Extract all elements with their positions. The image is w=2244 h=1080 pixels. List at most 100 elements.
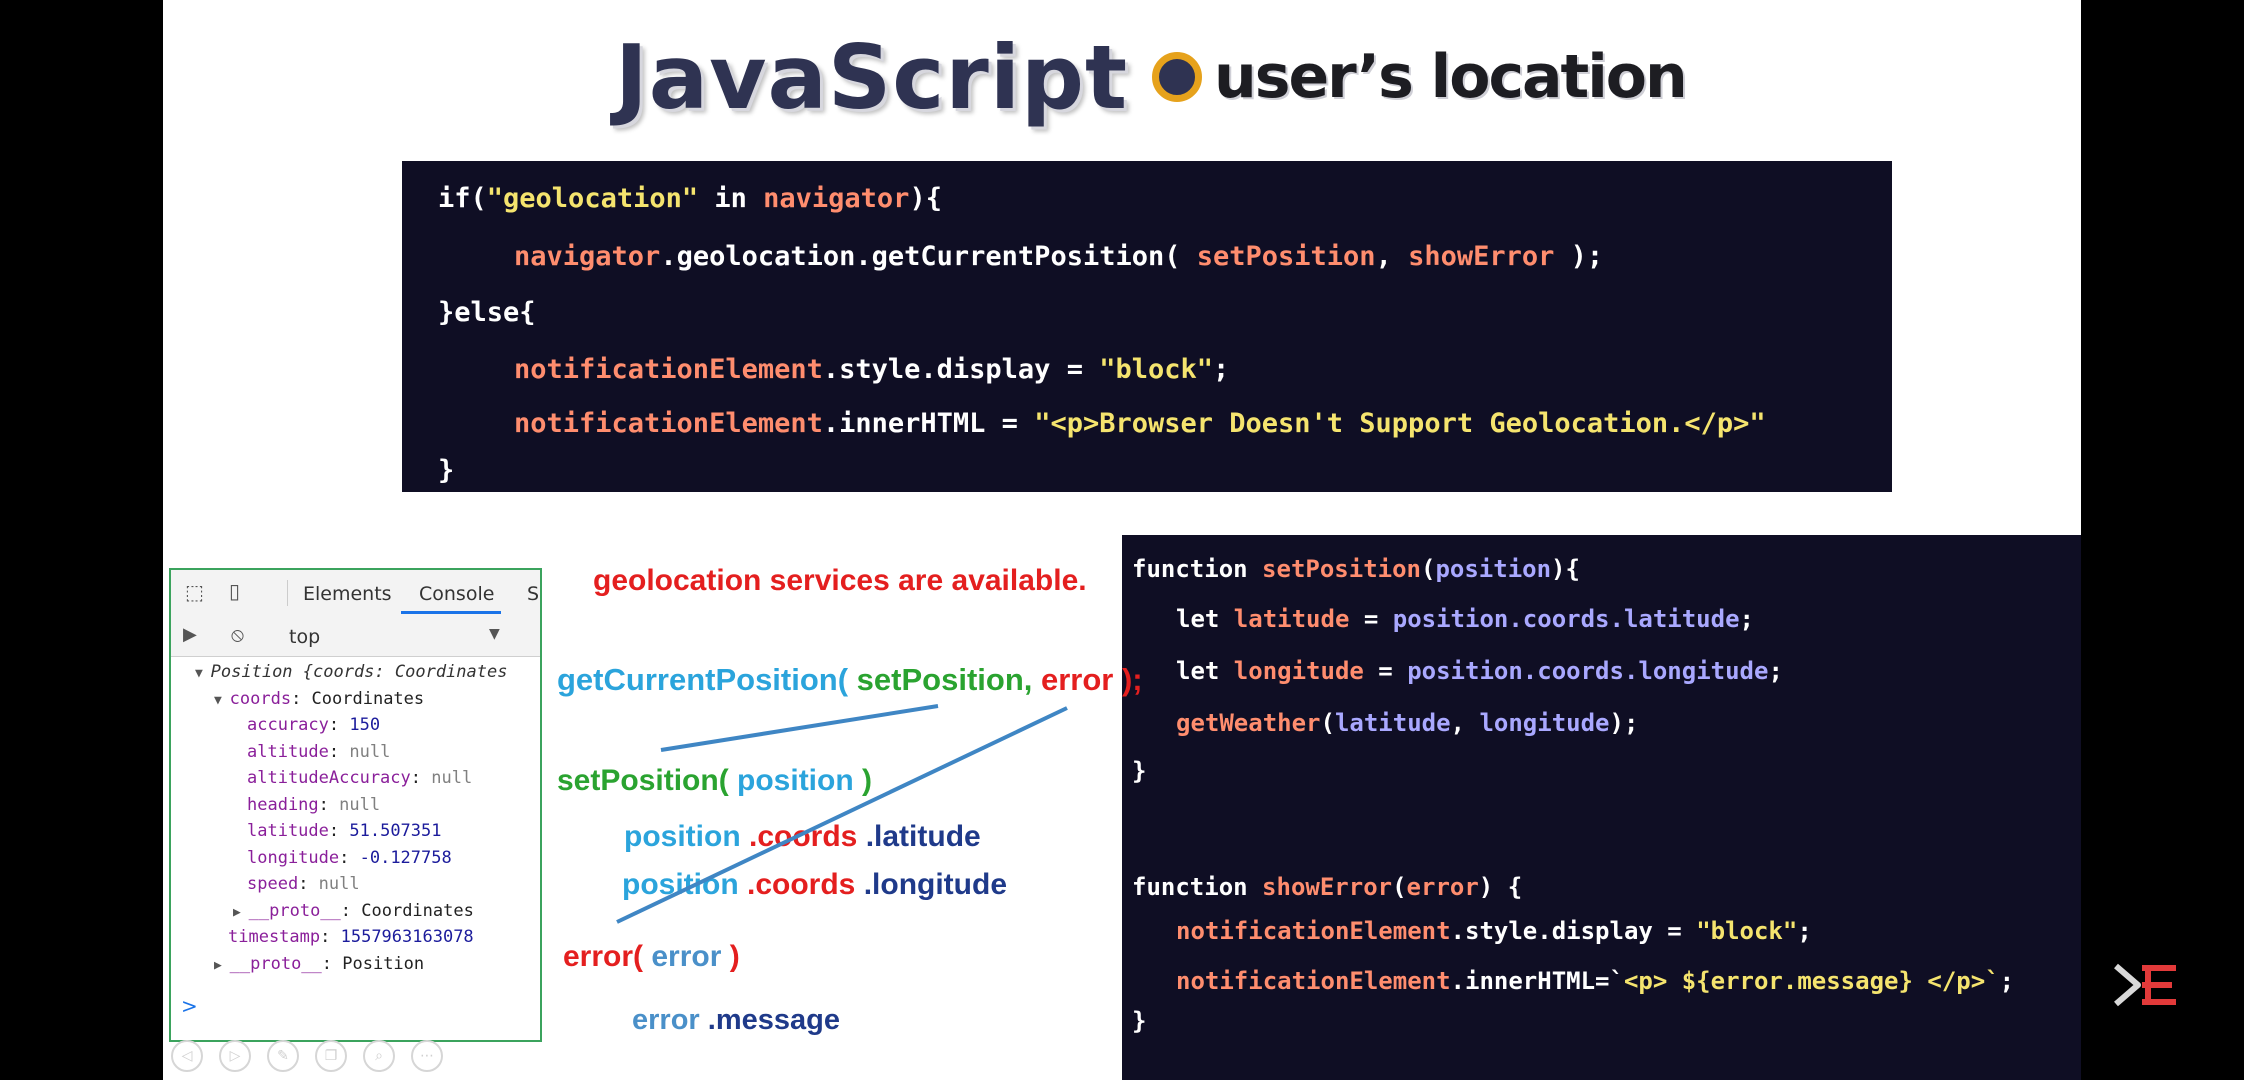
code-token: setPosition xyxy=(1262,555,1421,583)
code-token: error xyxy=(1406,873,1479,901)
console-token: : xyxy=(410,768,432,788)
code-token: , xyxy=(1450,709,1480,737)
console-tree-row: altitudeAccuracy: null xyxy=(247,766,472,790)
annotation-close: ); xyxy=(1121,662,1143,697)
code-line: notificationElement.style.display = "blo… xyxy=(1176,917,1812,945)
console-token: 51.507351 xyxy=(349,821,442,841)
code-line: }else{ xyxy=(438,297,536,328)
code-token: .innerHTML = xyxy=(822,408,1035,439)
chevron-down-icon[interactable]: ▼ xyxy=(489,626,500,642)
context-select[interactable]: top xyxy=(289,626,320,648)
title-subtitle: user’s location xyxy=(1214,42,1688,112)
code-token: ; xyxy=(1797,917,1812,945)
code-token: let xyxy=(1176,657,1234,685)
slide-title: JavaScript user’s location xyxy=(615,22,1688,132)
annotation-available: geolocation services are available. xyxy=(593,564,1087,597)
code-token: ; xyxy=(1999,967,2015,995)
divider xyxy=(287,580,288,606)
annotation-close: ) xyxy=(862,764,873,797)
code-token: = xyxy=(1363,657,1408,685)
collapse-triangle-icon[interactable]: ▶ xyxy=(214,958,230,973)
console-token: timestamp xyxy=(228,927,321,947)
console-token: 150 xyxy=(349,715,381,735)
console-token: : xyxy=(328,715,350,735)
code-token: ){ xyxy=(909,183,942,214)
code-token: ); xyxy=(1554,241,1604,272)
console-token: null xyxy=(431,768,473,788)
pen-icon[interactable]: ✎ xyxy=(267,1040,299,1072)
code-token: } xyxy=(438,455,455,486)
annotation-part: .message xyxy=(699,1004,840,1036)
annotation-arg-error: error xyxy=(1032,662,1122,697)
code-line: let longitude = position.coords.longitud… xyxy=(1176,657,1783,685)
code-line: notificationElement.style.display = "blo… xyxy=(514,354,1229,385)
console-token: null xyxy=(318,874,360,894)
code-line: getWeather(latitude, longitude); xyxy=(1176,709,1638,737)
code-token: setPosition xyxy=(1196,241,1376,272)
code-line: function setPosition(position){ xyxy=(1132,555,1580,583)
code-token: notificationElement xyxy=(514,408,823,439)
code-token: notificationElement xyxy=(514,354,823,385)
prev-icon[interactable]: ◁ xyxy=(171,1040,203,1072)
expand-triangle-icon[interactable]: ▼ xyxy=(214,693,230,708)
code-token: in xyxy=(698,183,764,214)
code-line: } xyxy=(1132,757,1146,785)
console-tree-row: timestamp: 1557963163078 xyxy=(228,925,474,949)
devtools-tabbar: ⬚ ▯ Elements Console So xyxy=(171,570,540,617)
code-token: } xyxy=(1132,757,1147,785)
tab-console[interactable]: Console xyxy=(419,583,494,605)
code-token: "block" xyxy=(1696,917,1798,945)
console-tree-row[interactable]: ▼ coords: Coordinates xyxy=(214,687,424,711)
code-token: if( xyxy=(438,183,487,214)
console-token: : xyxy=(298,874,319,894)
code-line: notificationElement.innerHTML=`<p> ${err… xyxy=(1176,967,2014,995)
console-tree-row[interactable]: ▶ __proto__: Coordinates xyxy=(233,899,474,923)
code-token: .style.display = xyxy=(822,354,1100,385)
tab-elements[interactable]: Elements xyxy=(303,583,392,605)
code-token: } xyxy=(1132,1007,1147,1035)
more-icon[interactable]: ⋯ xyxy=(411,1040,443,1072)
code-token: notificationElement xyxy=(1176,967,1451,995)
code-token: showError xyxy=(1408,241,1555,272)
play-icon[interactable]: ▷ xyxy=(219,1040,251,1072)
clear-console-icon[interactable]: ⦸ xyxy=(231,622,244,646)
code-token: function xyxy=(1132,555,1263,583)
code-line: let latitude = position.coords.latitude; xyxy=(1176,605,1754,633)
console-token: : Coordinates xyxy=(291,688,425,709)
code-token: = xyxy=(1349,605,1393,633)
code-line: } xyxy=(438,455,454,486)
device-toolbar-icon[interactable]: ▯ xyxy=(229,579,240,603)
code-line: notificationElement.innerHTML = "<p>Brow… xyxy=(514,408,1766,439)
zoom-icon[interactable]: ⌕ xyxy=(363,1040,395,1072)
annotation-part: error xyxy=(643,940,730,973)
console-tree-row: longitude: -0.127758 xyxy=(247,846,452,870)
console-token: : xyxy=(328,741,350,762)
annotation-part: position xyxy=(622,868,739,901)
title-bullet-icon xyxy=(1152,52,1203,102)
expand-triangle-icon[interactable]: ▼ xyxy=(195,666,211,681)
console-token: : xyxy=(318,794,340,815)
console-token: longitude xyxy=(247,847,340,868)
arrow-to-setposition xyxy=(660,704,939,752)
console-token: altitude xyxy=(247,741,329,762)
annotation-setposition: setPosition( position ) xyxy=(557,764,872,798)
annotation-longitude: position .coords .longitude xyxy=(622,868,1007,902)
console-tree-row[interactable]: ▶ __proto__: Position xyxy=(214,952,424,976)
code-token: "<p>Browser Doesn't Support Geolocation.… xyxy=(1034,408,1766,439)
copy-icon[interactable]: ❐ xyxy=(315,1040,347,1072)
annotation-error-message: error .message xyxy=(632,1004,840,1037)
sidebar-toggle-icon[interactable]: ▶︎ xyxy=(183,624,197,645)
console-token: latitude xyxy=(247,821,329,841)
collapse-triangle-icon[interactable]: ▶ xyxy=(233,905,249,920)
code-line: navigator.geolocation.getCurrentPosition… xyxy=(514,241,1603,272)
annotation-arg-setposition: setPosition, xyxy=(848,662,1033,697)
console-token: coords xyxy=(229,688,292,709)
code-token: ) { xyxy=(1478,873,1523,901)
geolocation-check-code: if("geolocation" in navigator){navigator… xyxy=(402,161,1892,492)
code-line: function showError(error) { xyxy=(1132,873,1522,901)
console-tree-row[interactable]: ▼ Position {coords: Coordinates xyxy=(195,660,507,684)
code-token: .style.display = xyxy=(1450,917,1697,945)
console-prompt[interactable]: > xyxy=(181,994,198,1018)
tab-sources[interactable]: So xyxy=(527,583,540,605)
inspect-icon[interactable]: ⬚ xyxy=(185,580,204,604)
